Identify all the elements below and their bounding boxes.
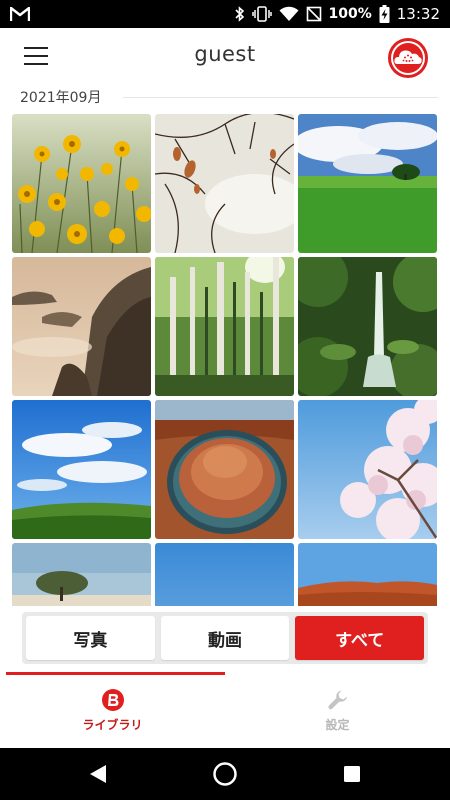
recents-icon [344,766,360,782]
photo-grid [12,114,438,606]
cloud-account-button[interactable] [386,36,430,80]
media-filter: 写真 動画 すべて [22,612,428,664]
filter-photos-button[interactable]: 写真 [26,616,155,660]
photo-thumbnail-cherry-blossom[interactable] [298,400,437,539]
gmail-icon [10,6,30,22]
clock: 13:32 [396,5,440,23]
divider [123,96,438,98]
bluetooth-icon [234,6,245,22]
tab-settings[interactable]: 設定 [225,678,450,742]
page-title: guest [194,42,256,66]
filter-videos-button[interactable]: 動画 [160,616,290,660]
photo-thumbnail-yellow-flowers[interactable] [12,114,151,253]
library-logo-icon [101,688,124,711]
filter-all-button[interactable]: すべて [295,616,425,660]
battery-charging-icon [379,5,390,23]
back-button[interactable] [68,748,128,800]
cloud-account-icon [388,38,428,78]
photo-thumbnail-misty-cliffs[interactable] [12,257,151,396]
photo-thumbnail-blue-sky-hill[interactable] [12,400,151,539]
photo-thumbnail-forest-waterfall[interactable] [298,257,437,396]
app-header: guest [0,28,450,84]
wrench-icon [327,690,347,709]
photo-thumbnail-autumn-hill[interactable] [298,543,437,606]
photo-thumbnail-birch-forest[interactable] [155,257,294,396]
photo-thumbnail-horseshoe-bend[interactable] [155,400,294,539]
home-button[interactable] [195,748,255,800]
home-icon [213,762,237,786]
bottom-tab-bar: ライブラリ 設定 [0,670,450,748]
photo-thumbnail-beach-tree[interactable] [12,543,151,606]
tab-library-label: ライブラリ [82,717,143,732]
battery-percent: 100% [328,6,372,22]
tab-settings-label: 設定 [325,717,350,732]
photo-thumbnail-autumn-branches[interactable] [155,114,294,253]
wifi-icon [279,6,299,22]
no-sim-icon [306,6,322,22]
photo-thumbnail-clear-sky[interactable] [155,543,294,606]
active-tab-indicator [6,672,225,675]
system-nav-bar [0,748,450,800]
date-section-header: 2021年09月 [20,86,438,108]
date-label: 2021年09月 [20,90,102,106]
back-icon [90,765,106,783]
recents-button[interactable] [322,748,382,800]
tab-library[interactable]: ライブラリ [0,678,225,742]
photo-thumbnail-green-field-sky[interactable] [298,114,437,253]
status-bar: 100% 13:32 [0,0,450,28]
vibrate-icon [251,6,272,22]
